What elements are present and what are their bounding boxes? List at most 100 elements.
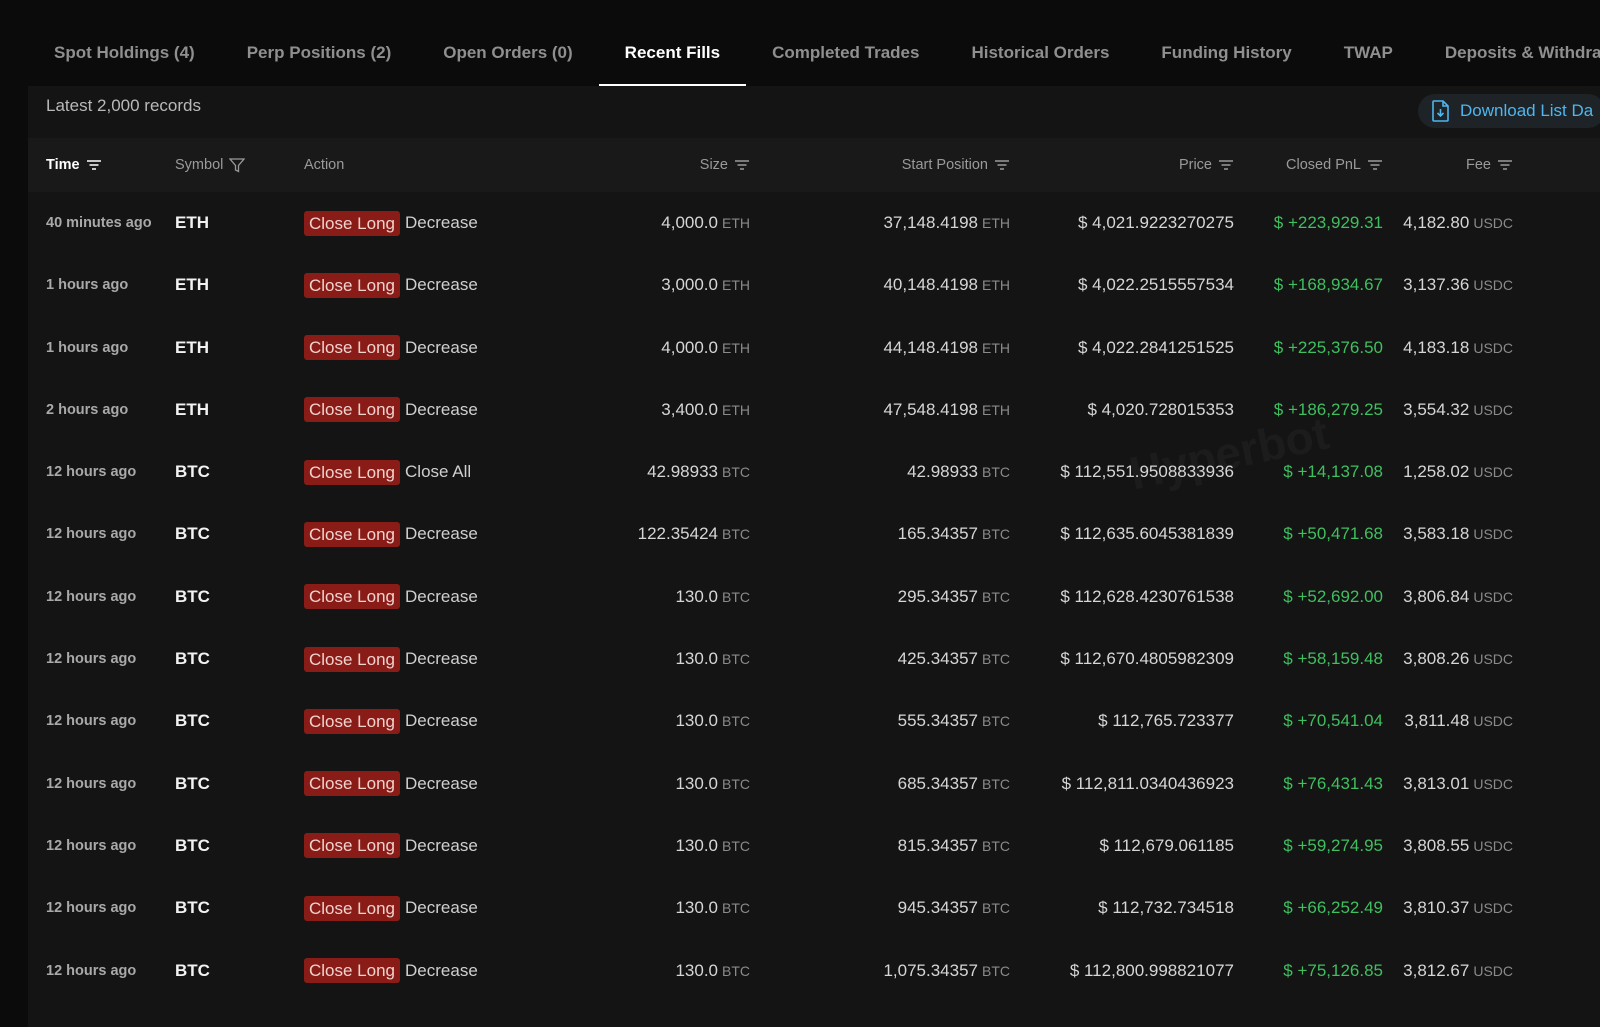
table-row[interactable]: 12 hours ago BTC Close Long Decrease 130… <box>28 690 1600 752</box>
download-file-icon <box>1432 100 1449 122</box>
action-value: Close All <box>405 462 472 482</box>
size-unit: BTC <box>722 962 750 979</box>
cell-start-position: 555.34357 BTC <box>788 690 1010 752</box>
tab-perp-positions[interactable]: Perp Positions (2) <box>221 0 418 86</box>
tab-twap[interactable]: TWAP <box>1318 0 1419 86</box>
tab-deposits-withdrawals[interactable]: Deposits & Withdraw <box>1419 0 1600 86</box>
symbol-value: BTC <box>175 960 210 980</box>
close-long-badge: Close Long <box>304 272 401 298</box>
download-list-label: Download List Da <box>1460 101 1594 120</box>
closed-pnl-value: $ +75,126.85 <box>1283 960 1383 980</box>
table-row[interactable]: 1 hours ago ETH Close Long Decrease 3,00… <box>28 254 1600 316</box>
size-unit: BTC <box>722 900 750 917</box>
cell-time: 12 hours ago <box>46 503 171 565</box>
cell-price: $ 4,021.9223270275 <box>1018 192 1234 254</box>
cell-symbol[interactable]: BTC <box>175 815 275 877</box>
cell-symbol[interactable]: ETH <box>175 192 275 254</box>
table-row[interactable]: 12 hours ago BTC Close Long Decrease 130… <box>28 566 1600 628</box>
size-unit: BTC <box>722 837 750 854</box>
table-row[interactable]: 2 hours ago ETH Close Long Decrease 3,40… <box>28 379 1600 441</box>
cell-action: Close Long Decrease <box>304 877 544 939</box>
tab-funding-history[interactable]: Funding History <box>1135 0 1317 86</box>
cell-size: 130.0 BTC <box>548 566 750 628</box>
sort-icon <box>995 160 1009 170</box>
fee-unit: USDC <box>1473 277 1513 294</box>
symbol-value: BTC <box>175 649 210 669</box>
cell-symbol[interactable]: BTC <box>175 441 275 503</box>
table-row[interactable]: 12 hours ago BTC Close Long Decrease 130… <box>28 877 1600 939</box>
cell-symbol[interactable]: BTC <box>175 503 275 565</box>
close-long-badge: Close Long <box>304 708 401 734</box>
records-count-label: Latest 2,000 records <box>46 96 201 115</box>
size-value: 130.0 <box>675 711 718 731</box>
column-header-start-position[interactable]: Start Position <box>788 138 1010 192</box>
close-long-badge: Close Long <box>304 521 401 547</box>
cell-symbol[interactable]: BTC <box>175 877 275 939</box>
cell-symbol[interactable]: ETH <box>175 254 275 316</box>
table-row[interactable]: 12 hours ago BTC Close Long Decrease 130… <box>28 815 1600 877</box>
column-header-size[interactable]: Size <box>548 138 750 192</box>
closed-pnl-value: $ +50,471.68 <box>1283 524 1383 544</box>
cell-start-position: 945.34357 BTC <box>788 877 1010 939</box>
tab-spot-holdings[interactable]: Spot Holdings (4) <box>28 0 221 86</box>
cell-symbol[interactable]: BTC <box>175 566 275 628</box>
start-position-unit: BTC <box>982 464 1010 481</box>
cell-size: 130.0 BTC <box>548 753 750 815</box>
cell-fee: 3,808.55 USDC <box>1388 815 1513 877</box>
cell-time: 2 hours ago <box>46 379 171 441</box>
column-header-price[interactable]: Price <box>1018 138 1234 192</box>
page: Spot Holdings (4) Perp Positions (2) Ope… <box>0 0 1600 1027</box>
cell-fee: 4,183.18 USDC <box>1388 317 1513 379</box>
cell-start-position: 295.34357 BTC <box>788 566 1010 628</box>
column-header-closed-pnl[interactable]: Closed PnL <box>1238 138 1383 192</box>
cell-fee: 3,810.37 USDC <box>1388 877 1513 939</box>
download-list-button[interactable]: Download List Da <box>1418 94 1600 128</box>
symbol-value: ETH <box>175 337 209 357</box>
cell-price: $ 112,551.9508833936 <box>1018 441 1234 503</box>
fee-value: 3,808.26 <box>1403 649 1470 669</box>
tab-recent-fills[interactable]: Recent Fills <box>598 0 747 86</box>
table-row[interactable]: 12 hours ago BTC Close Long Decrease 130… <box>28 940 1600 1002</box>
cell-symbol[interactable]: BTC <box>175 753 275 815</box>
cell-start-position: 815.34357 BTC <box>788 815 1010 877</box>
fee-value: 4,183.18 <box>1403 337 1470 357</box>
close-long-badge: Close Long <box>304 646 401 672</box>
size-value: 130.0 <box>675 649 718 669</box>
price-value: $ 4,022.2515557534 <box>1078 275 1234 295</box>
cell-action: Close Long Decrease <box>304 317 544 379</box>
cell-symbol[interactable]: BTC <box>175 940 275 1002</box>
time-value: 12 hours ago <box>46 775 137 792</box>
cell-symbol[interactable]: ETH <box>175 317 275 379</box>
price-value: $ 4,021.9223270275 <box>1078 213 1234 232</box>
start-position-unit: ETH <box>982 215 1010 231</box>
column-header-fee[interactable]: Fee <box>1388 138 1513 192</box>
table-row[interactable]: 1 hours ago ETH Close Long Decrease 4,00… <box>28 317 1600 379</box>
table-row[interactable]: 12 hours ago BTC Close Long Decrease 130… <box>28 753 1600 815</box>
cell-closed-pnl: $ +223,929.31 <box>1238 192 1383 254</box>
cell-action: Close Long Decrease <box>304 940 544 1002</box>
cell-symbol[interactable]: BTC <box>175 628 275 690</box>
table-row[interactable]: 12 hours ago BTC Close Long Close All 42… <box>28 441 1600 503</box>
table-row[interactable]: 40 minutes ago ETH Close Long Decrease 4… <box>28 192 1600 254</box>
tab-historical-orders[interactable]: Historical Orders <box>945 0 1135 86</box>
table-row[interactable]: 12 hours ago BTC Close Long Decrease 122… <box>28 503 1600 565</box>
cell-symbol[interactable]: ETH <box>175 379 275 441</box>
column-header-symbol[interactable]: Symbol <box>175 138 246 192</box>
cell-price: $ 112,635.6045381839 <box>1018 503 1234 565</box>
time-value: 2 hours ago <box>46 401 129 418</box>
cell-price: $ 4,020.728015353 <box>1018 379 1234 441</box>
price-value: $ 112,800.998821077 <box>1069 960 1234 980</box>
cell-price: $ 112,679.061185 <box>1018 815 1234 877</box>
cell-time: 12 hours ago <box>46 690 171 752</box>
action-value: Decrease <box>405 524 478 544</box>
cell-symbol[interactable]: BTC <box>175 690 275 752</box>
column-header-time[interactable]: Time <box>46 138 102 192</box>
fee-value: 1,258.02 <box>1403 462 1470 482</box>
cell-start-position: 685.34357 BTC <box>788 753 1010 815</box>
tab-open-orders[interactable]: Open Orders (0) <box>417 0 598 86</box>
table-row[interactable]: 12 hours ago BTC Close Long Decrease 130… <box>28 628 1600 690</box>
column-header-closed-pnl-label: Closed PnL <box>1286 157 1361 173</box>
fee-value: 3,137.36 <box>1403 275 1470 295</box>
tab-completed-trades[interactable]: Completed Trades <box>746 0 945 86</box>
cell-size: 122.35424 BTC <box>548 503 750 565</box>
